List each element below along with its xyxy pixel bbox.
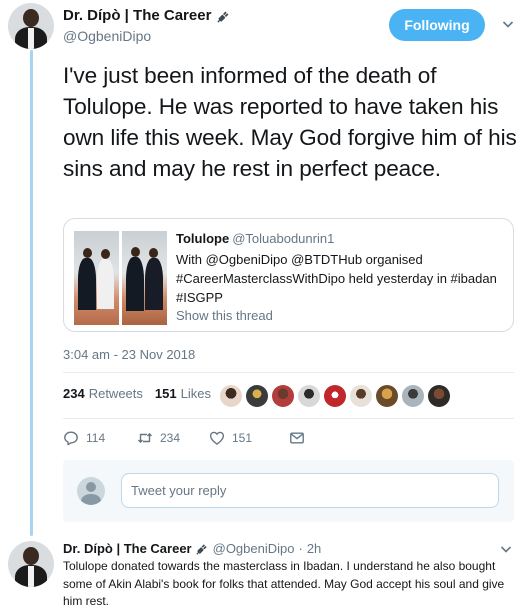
like-count: 151	[232, 431, 253, 445]
reply-composer	[63, 460, 514, 522]
chevron-down-icon[interactable]	[500, 543, 512, 555]
liker-avatar[interactable]	[220, 385, 242, 407]
retweet-action[interactable]: 234	[137, 430, 209, 446]
chevron-down-icon[interactable]	[502, 18, 514, 30]
reply-author-name[interactable]: Dr. Dípò | The Career	[63, 541, 192, 556]
author-display-name[interactable]: Dr. Dípò | The Career	[63, 7, 211, 24]
liker-avatar[interactable]	[428, 385, 450, 407]
retweet-count: 234	[160, 431, 181, 445]
liker-avatar[interactable]	[324, 385, 346, 407]
divider	[63, 372, 514, 373]
tweet-text: I've just been informed of the death of …	[63, 63, 517, 181]
plug-emoji-icon	[196, 544, 207, 555]
reply-count: 114	[86, 431, 106, 445]
divider	[63, 418, 514, 419]
author-avatar[interactable]	[8, 3, 54, 49]
liker-avatar[interactable]	[272, 385, 294, 407]
reply-time[interactable]: 2h	[307, 541, 321, 556]
liker-avatar[interactable]	[246, 385, 268, 407]
liker-avatar[interactable]	[376, 385, 398, 407]
liker-avatar[interactable]	[298, 385, 320, 407]
quoted-tweet-card[interactable]: Tolulope @Toluabodunrin1 With @OgbeniDipo…	[63, 218, 514, 332]
thread-connector-line	[30, 50, 33, 536]
quoted-tweet-text: With @OgbeniDipo @BTDTHub organised #Car…	[176, 252, 497, 305]
reply-icon	[64, 431, 78, 446]
author-name-row[interactable]: Dr. Dípò | The Career	[63, 7, 231, 24]
envelope-icon	[290, 432, 304, 444]
liker-avatar[interactable]	[402, 385, 424, 407]
tweet-reply-input[interactable]	[121, 473, 499, 508]
reply-action[interactable]: 114	[63, 430, 137, 446]
reply-header[interactable]: Dr. Dípò | The Career @OgbeniDipo · 2h	[63, 541, 321, 556]
reply-author-avatar[interactable]	[8, 541, 54, 587]
following-button[interactable]: Following	[389, 9, 485, 41]
likes-label[interactable]: Likes	[181, 386, 211, 401]
like-action[interactable]: 151	[209, 430, 289, 446]
quoted-display-name: Tolulope	[176, 231, 230, 246]
retweet-icon	[137, 433, 153, 443]
quoted-photo-1[interactable]	[74, 231, 119, 325]
retweets-label[interactable]: Retweets	[89, 386, 143, 401]
likes-count[interactable]: 151	[155, 386, 177, 401]
tweet-timestamp[interactable]: 3:04 am - 23 Nov 2018	[63, 347, 195, 362]
direct-message-action[interactable]	[289, 430, 305, 446]
reply-separator: ·	[298, 541, 303, 556]
current-user-avatar	[77, 477, 105, 505]
author-handle[interactable]: @OgbeniDipo	[63, 28, 151, 44]
retweets-count[interactable]: 234	[63, 386, 85, 401]
quoted-handle: @Toluabodunrin1	[232, 231, 335, 246]
plug-emoji-icon	[217, 11, 229, 23]
tweet-actions: 114 234 151	[63, 430, 305, 446]
liker-avatar[interactable]	[350, 385, 372, 407]
reply-author-handle[interactable]: @OgbeniDipo	[213, 541, 295, 556]
reply-text: Tolulope donated towards the masterclass…	[63, 559, 505, 608]
quoted-author-row[interactable]: Tolulope @Toluabodunrin1	[176, 231, 334, 246]
show-thread-link[interactable]: Show this thread	[176, 308, 273, 323]
heart-icon	[209, 431, 225, 445]
engagement-stats: 234 Retweets 151 Likes	[63, 386, 219, 401]
quoted-photo-2[interactable]	[122, 231, 167, 325]
